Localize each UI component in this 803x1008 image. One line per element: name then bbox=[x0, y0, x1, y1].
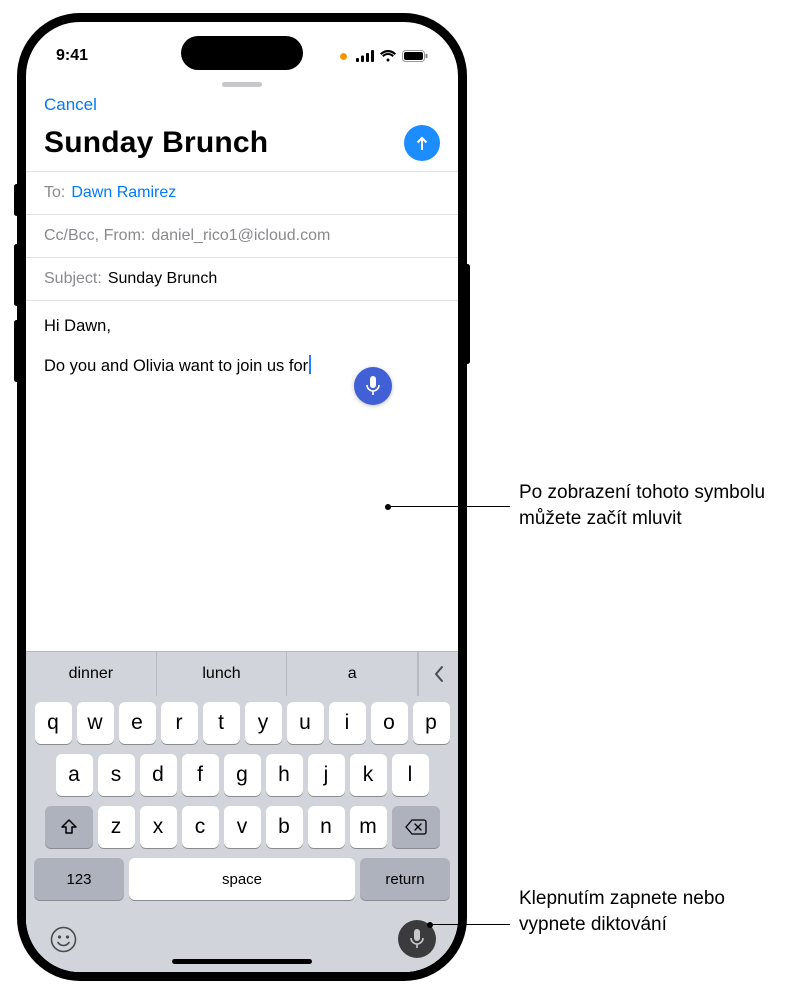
volume-down-button bbox=[14, 320, 19, 382]
suggestion-collapse-button[interactable] bbox=[418, 652, 458, 696]
key-row-1: q w e r t y u i o p bbox=[30, 702, 454, 744]
key-l[interactable]: l bbox=[392, 754, 429, 796]
status-right bbox=[340, 50, 428, 62]
callout-mic-button: Klepnutím zapnete nebo vypnete diktování bbox=[519, 886, 779, 937]
suggestion-2[interactable]: lunch bbox=[157, 652, 288, 696]
microphone-icon bbox=[410, 929, 424, 949]
status-time: 9:41 bbox=[56, 47, 116, 65]
ccbcc-from-field[interactable]: Cc/Bcc, From: daniel_rico1@icloud.com bbox=[26, 214, 458, 257]
text-caret bbox=[309, 355, 311, 374]
phone-frame: 9:41 Cancel Sunday Brunch To: Dawn bbox=[18, 14, 466, 980]
home-indicator[interactable] bbox=[172, 959, 312, 964]
key-k[interactable]: k bbox=[350, 754, 387, 796]
key-w[interactable]: w bbox=[77, 702, 114, 744]
key-i[interactable]: i bbox=[329, 702, 366, 744]
subject-label: Subject: bbox=[44, 270, 102, 288]
microphone-icon bbox=[366, 376, 380, 396]
to-recipient[interactable]: Dawn Ramirez bbox=[71, 184, 176, 202]
from-value: daniel_rico1@icloud.com bbox=[151, 227, 330, 245]
dynamic-island bbox=[181, 36, 303, 70]
cellular-icon bbox=[356, 50, 374, 62]
key-m[interactable]: m bbox=[350, 806, 387, 848]
key-y[interactable]: y bbox=[245, 702, 282, 744]
key-u[interactable]: u bbox=[287, 702, 324, 744]
key-v[interactable]: v bbox=[224, 806, 261, 848]
subject-field[interactable]: Subject: Sunday Brunch bbox=[26, 257, 458, 300]
keyboard-bottom-row bbox=[26, 910, 458, 962]
key-o[interactable]: o bbox=[371, 702, 408, 744]
email-body[interactable]: Hi Dawn, Do you and Olivia want to join … bbox=[26, 300, 458, 651]
side-button bbox=[465, 264, 470, 364]
battery-icon bbox=[402, 50, 428, 62]
return-key[interactable]: return bbox=[360, 858, 450, 900]
chevron-left-icon bbox=[433, 665, 445, 683]
key-row-3: z x c v b n m bbox=[30, 806, 454, 848]
shift-icon bbox=[60, 818, 78, 836]
numbers-key[interactable]: 123 bbox=[34, 858, 124, 900]
to-field[interactable]: To: Dawn Ramirez bbox=[26, 171, 458, 214]
mic-in-use-dot-icon bbox=[340, 53, 347, 60]
arrow-up-icon bbox=[413, 134, 431, 152]
silent-switch bbox=[14, 184, 19, 216]
key-row-2: a s d f g h j k l bbox=[30, 754, 454, 796]
email-title: Sunday Brunch bbox=[44, 126, 268, 160]
key-h[interactable]: h bbox=[266, 754, 303, 796]
key-z[interactable]: z bbox=[98, 806, 135, 848]
suggestion-bar: dinner lunch a bbox=[26, 652, 458, 696]
body-line-1: Hi Dawn, bbox=[44, 315, 440, 337]
key-n[interactable]: n bbox=[308, 806, 345, 848]
key-f[interactable]: f bbox=[182, 754, 219, 796]
cancel-button[interactable]: Cancel bbox=[44, 95, 97, 114]
backspace-icon bbox=[405, 819, 427, 835]
shift-key[interactable] bbox=[45, 806, 93, 848]
emoji-button[interactable] bbox=[48, 924, 78, 954]
to-label: To: bbox=[44, 184, 65, 202]
callout-dictation-active: Po zobrazení tohoto symbolu můžete začít… bbox=[519, 480, 784, 531]
callout-line-1 bbox=[388, 506, 510, 507]
key-c[interactable]: c bbox=[182, 806, 219, 848]
key-t[interactable]: t bbox=[203, 702, 240, 744]
key-p[interactable]: p bbox=[413, 702, 450, 744]
key-r[interactable]: r bbox=[161, 702, 198, 744]
key-g[interactable]: g bbox=[224, 754, 261, 796]
ccbcc-label: Cc/Bcc, From: bbox=[44, 227, 145, 245]
dictation-active-indicator[interactable] bbox=[354, 367, 392, 405]
wifi-icon bbox=[379, 50, 397, 62]
key-a[interactable]: a bbox=[56, 754, 93, 796]
suggestion-3[interactable]: a bbox=[287, 652, 418, 696]
suggestion-1[interactable]: dinner bbox=[26, 652, 157, 696]
volume-up-button bbox=[14, 244, 19, 306]
key-x[interactable]: x bbox=[140, 806, 177, 848]
key-e[interactable]: e bbox=[119, 702, 156, 744]
key-b[interactable]: b bbox=[266, 806, 303, 848]
key-row-4: 123 space return bbox=[30, 858, 454, 900]
backspace-key[interactable] bbox=[392, 806, 440, 848]
callout-line-2 bbox=[430, 924, 510, 925]
keyboard: dinner lunch a q w e r t y u bbox=[26, 651, 458, 972]
space-key[interactable]: space bbox=[129, 858, 355, 900]
sheet-grabber[interactable] bbox=[222, 82, 262, 87]
screen: 9:41 Cancel Sunday Brunch To: Dawn bbox=[26, 22, 458, 972]
key-d[interactable]: d bbox=[140, 754, 177, 796]
send-button[interactable] bbox=[404, 125, 440, 161]
key-j[interactable]: j bbox=[308, 754, 345, 796]
key-s[interactable]: s bbox=[98, 754, 135, 796]
subject-value: Sunday Brunch bbox=[108, 270, 217, 288]
emoji-icon bbox=[50, 926, 77, 953]
key-q[interactable]: q bbox=[35, 702, 72, 744]
mail-compose-sheet: Cancel Sunday Brunch To: Dawn Ramirez Cc… bbox=[26, 76, 458, 972]
